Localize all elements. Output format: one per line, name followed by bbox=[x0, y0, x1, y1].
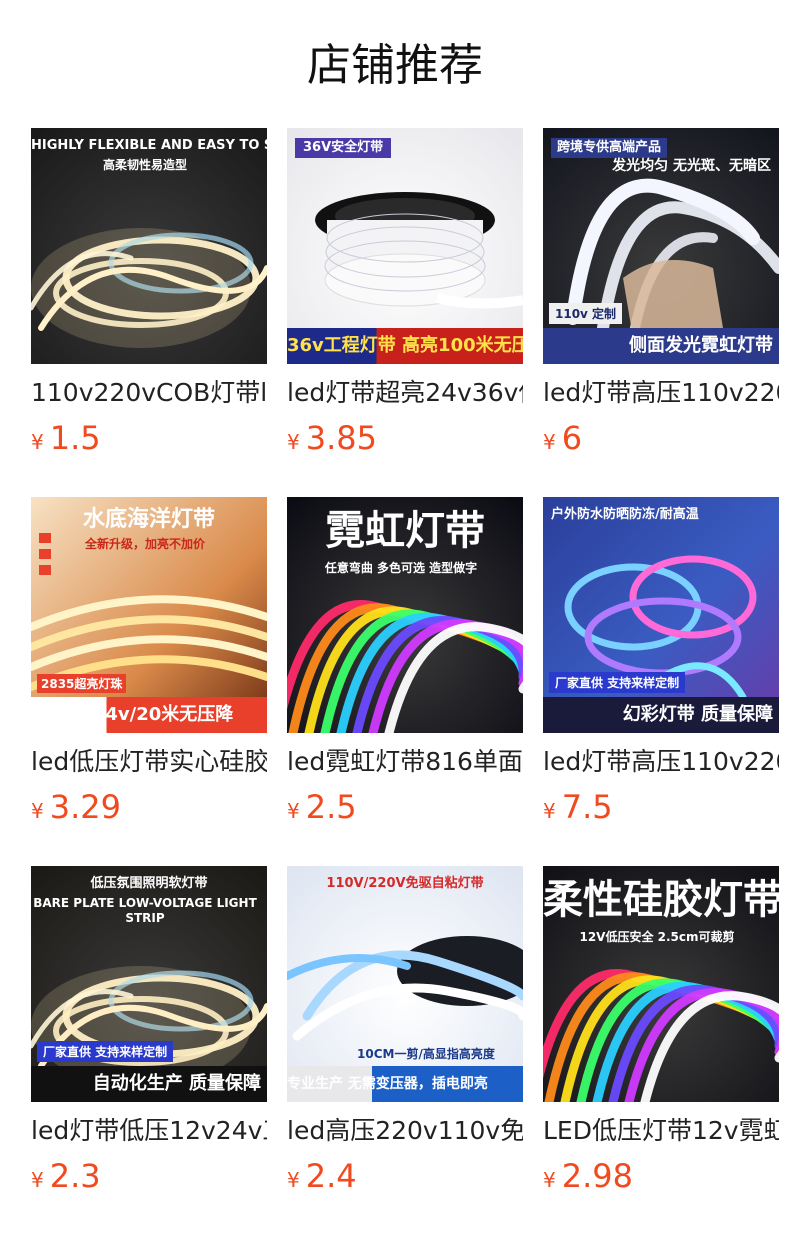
product-price: ¥2.5 bbox=[287, 787, 357, 827]
currency-symbol: ¥ bbox=[543, 430, 556, 454]
product-price: ¥6 bbox=[543, 418, 582, 458]
price-amount: 3.85 bbox=[305, 419, 377, 457]
image-headline: 跨境专供高端产品 bbox=[551, 138, 668, 158]
image-headline: 110V/220V免驱自粘灯带 bbox=[326, 876, 484, 891]
product-card[interactable]: 柔性硅胶灯带 12V低压安全 2.5cm可裁剪 LED低压灯带12v霓虹 ¥2.98 bbox=[543, 866, 779, 1206]
product-image[interactable]: 36V安全灯带 36v工程灯带 高亮100米无压降 bbox=[287, 128, 523, 364]
product-image[interactable]: 跨境专供高端产品 发光均匀 无光斑、无暗区 110v 定制侧面发光霓虹灯带 bbox=[543, 128, 779, 364]
product-card[interactable]: 低压氛围照明软灯带 BARE PLATE LOW-VOLTAGE LIGHT ST… bbox=[31, 866, 267, 1206]
product-name[interactable]: 110v220vCOB灯带led bbox=[31, 378, 267, 412]
image-headline: 低压氛围照明软灯带 bbox=[90, 876, 208, 891]
image-caption: 110v 定制 bbox=[549, 303, 623, 324]
image-caption: 2835超亮灯珠 bbox=[37, 674, 127, 693]
image-caption: 10CM一剪/高显指高亮度 bbox=[357, 1047, 495, 1061]
product-price: ¥2.3 bbox=[31, 1156, 101, 1196]
currency-symbol: ¥ bbox=[287, 430, 300, 454]
image-headline: 霓虹灯带 bbox=[325, 508, 485, 554]
product-card[interactable]: 霓虹灯带任意弯曲 多色可选 造型做字 led霓虹灯带816单面 ¥2.5 bbox=[287, 497, 523, 837]
product-card[interactable]: 户外防水防晒防冻/耐高温厂家直供 支持来样定制幻彩灯带 质量保障 led灯带高压1… bbox=[543, 497, 779, 837]
product-name[interactable]: led霓虹灯带816单面 bbox=[287, 747, 523, 781]
product-name[interactable]: led灯带高压110v220v霓虹 bbox=[543, 378, 779, 412]
image-headline: 水底海洋灯带 bbox=[82, 507, 215, 532]
image-bottom-banner: 侧面发光霓虹灯带 bbox=[543, 328, 779, 364]
product-name[interactable]: led灯带低压12v24v工程 bbox=[31, 1116, 267, 1150]
currency-symbol: ¥ bbox=[287, 799, 300, 823]
currency-symbol: ¥ bbox=[31, 799, 44, 823]
currency-symbol: ¥ bbox=[31, 430, 44, 454]
product-name[interactable]: led灯带高压110v220v幻彩 bbox=[543, 747, 779, 781]
currency-symbol: ¥ bbox=[287, 1168, 300, 1192]
product-name[interactable]: led灯带超亮24v36v低压 bbox=[287, 378, 523, 412]
product-price: ¥2.98 bbox=[543, 1156, 633, 1196]
price-amount: 2.5 bbox=[305, 788, 357, 826]
product-image[interactable]: 110V/220V免驱自粘灯带 10CM一剪/高显指高亮度专业生产 无需变压器，插… bbox=[287, 866, 523, 1102]
image-subheadline: 高柔韧性易造型 bbox=[102, 158, 187, 172]
product-card[interactable]: HIGHLY FLEXIBLE AND EASY TO SHAPE 高柔韧性易造型… bbox=[31, 128, 267, 468]
price-amount: 6 bbox=[561, 419, 583, 457]
product-card[interactable]: 跨境专供高端产品 发光均匀 无光斑、无暗区 110v 定制侧面发光霓虹灯带 led灯带… bbox=[543, 128, 779, 468]
currency-symbol: ¥ bbox=[31, 1168, 44, 1192]
image-subheadline: BARE PLATE LOW-VOLTAGE LIGHT STRIP bbox=[33, 896, 257, 925]
image-caption: 厂家直供 支持来样定制 bbox=[549, 672, 686, 693]
product-card[interactable]: 110V/220V免驱自粘灯带 10CM一剪/高显指高亮度专业生产 无需变压器，插… bbox=[287, 866, 523, 1206]
product-image[interactable]: HIGHLY FLEXIBLE AND EASY TO SHAPE 高柔韧性易造型 bbox=[31, 128, 267, 364]
image-headline: 户外防水防晒防冻/耐高温 bbox=[551, 507, 699, 522]
product-image[interactable]: 柔性硅胶灯带 12V低压安全 2.5cm可裁剪 bbox=[543, 866, 779, 1102]
product-price: ¥2.4 bbox=[287, 1156, 357, 1196]
product-name[interactable]: LED低压灯带12v霓虹 bbox=[543, 1116, 779, 1150]
product-card[interactable]: 水底海洋灯带全新升级，加亮不加价 2835超亮灯珠 120珠 24v/20米无压降 l… bbox=[31, 497, 267, 837]
product-image[interactable]: 低压氛围照明软灯带 BARE PLATE LOW-VOLTAGE LIGHT ST… bbox=[31, 866, 267, 1102]
image-subheadline: 全新升级，加亮不加价 bbox=[84, 537, 205, 551]
product-image[interactable]: 水底海洋灯带全新升级，加亮不加价 2835超亮灯珠 120珠 24v/20米无压降 bbox=[31, 497, 267, 733]
image-bottom-banner: 120珠 24v/20米无压降 bbox=[31, 697, 267, 733]
price-amount: 1.5 bbox=[49, 419, 101, 457]
image-bottom-banner: 幻彩灯带 质量保障 bbox=[543, 697, 779, 733]
product-price: ¥7.5 bbox=[543, 787, 613, 827]
image-headline: HIGHLY FLEXIBLE AND EASY TO SHAPE bbox=[31, 138, 267, 153]
product-price: ¥3.29 bbox=[31, 787, 121, 827]
price-amount: 7.5 bbox=[561, 788, 613, 826]
image-headline: 36V安全灯带 bbox=[295, 138, 392, 158]
product-card[interactable]: 36V安全灯带 36v工程灯带 高亮100米无压降 led灯带超亮24v36v低压 ¥… bbox=[287, 128, 523, 468]
image-headline: 柔性硅胶灯带 bbox=[543, 877, 779, 923]
price-amount: 3.29 bbox=[49, 788, 121, 826]
product-name[interactable]: led低压灯带实心硅胶 bbox=[31, 747, 267, 781]
product-price: ¥3.85 bbox=[287, 418, 377, 458]
product-image[interactable]: 霓虹灯带任意弯曲 多色可选 造型做字 bbox=[287, 497, 523, 733]
image-caption: 厂家直供 支持来样定制 bbox=[37, 1041, 174, 1062]
page-title: 店铺推荐 bbox=[307, 40, 483, 91]
currency-symbol: ¥ bbox=[543, 1168, 556, 1192]
image-bottom-banner: 自动化生产 质量保障 bbox=[31, 1066, 267, 1102]
image-subheadline: 12V低压安全 2.5cm可裁剪 bbox=[579, 930, 735, 944]
price-amount: 2.98 bbox=[561, 1157, 633, 1195]
price-amount: 2.4 bbox=[305, 1157, 357, 1195]
product-price: ¥1.5 bbox=[31, 418, 101, 458]
product-name[interactable]: led高压220v110v免驱 bbox=[287, 1116, 523, 1150]
price-amount: 2.3 bbox=[49, 1157, 101, 1195]
image-bottom-banner: 36v工程灯带 高亮100米无压降 bbox=[287, 328, 523, 364]
product-image[interactable]: 户外防水防晒防冻/耐高温厂家直供 支持来样定制幻彩灯带 质量保障 bbox=[543, 497, 779, 733]
image-subheadline: 发光均匀 无光斑、无暗区 bbox=[612, 158, 771, 174]
image-subheadline: 任意弯曲 多色可选 造型做字 bbox=[324, 561, 478, 575]
image-bottom-banner: 专业生产 无需变压器，插电即亮 bbox=[287, 1066, 523, 1102]
currency-symbol: ¥ bbox=[543, 799, 556, 823]
